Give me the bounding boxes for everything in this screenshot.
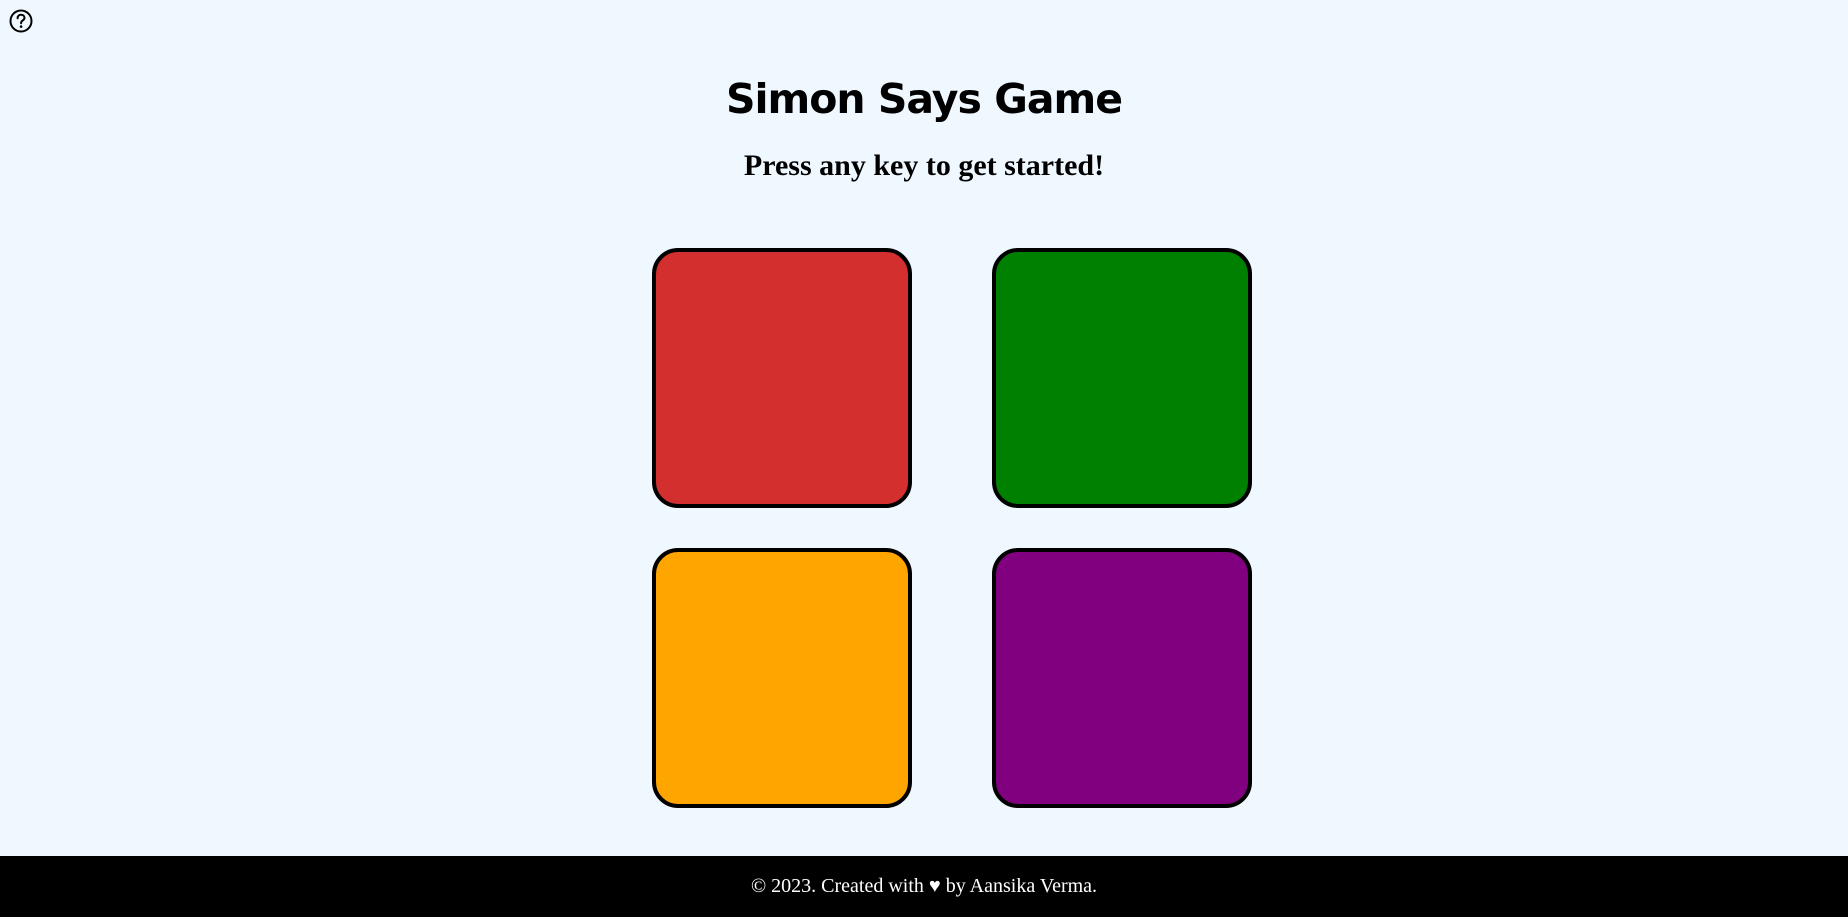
red-pad-button[interactable] <box>652 248 912 508</box>
game-status-text: Press any key to get started! <box>743 149 1105 182</box>
question-circle-icon <box>9 9 33 33</box>
footer-credit-text: © 2023. Created with ♥ by Aansika Verma. <box>750 875 1098 897</box>
yellow-pad-button[interactable] <box>652 548 912 808</box>
help-button[interactable] <box>9 9 33 33</box>
green-pad-button[interactable] <box>992 248 1252 508</box>
purple-pad-button[interactable] <box>992 548 1252 808</box>
footer: © 2023. Created with ♥ by Aansika Verma. <box>0 856 1848 917</box>
page-title: Simon Says Game <box>725 75 1123 123</box>
